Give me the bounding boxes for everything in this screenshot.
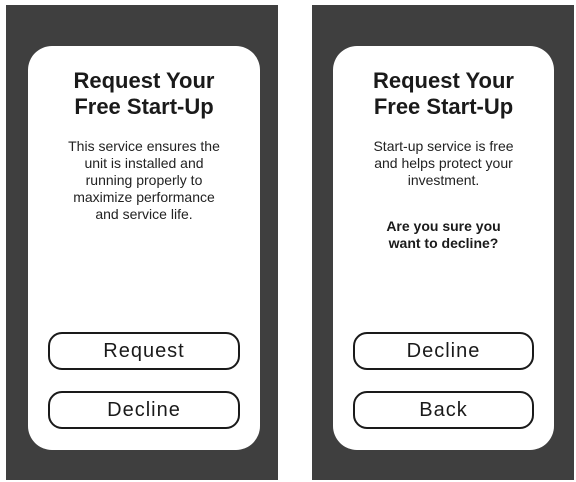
dialog-description: Start-up service is free and helps prote… bbox=[373, 138, 514, 188]
dialog-title: Request Your Free Start-Up bbox=[73, 68, 215, 119]
startup-dialog: Request Your Free Start-Up This service … bbox=[28, 46, 260, 450]
decline-confirm-dialog: Request Your Free Start-Up Start-up serv… bbox=[333, 46, 554, 450]
screen-request: Request Your Free Start-Up This service … bbox=[6, 5, 278, 480]
screen-confirm-decline: Request Your Free Start-Up Start-up serv… bbox=[312, 5, 574, 480]
request-button[interactable]: Request bbox=[48, 332, 240, 370]
decline-question: Are you sure you want to decline? bbox=[386, 218, 501, 251]
decline-button[interactable]: Decline bbox=[48, 391, 240, 429]
dialog-description: This service ensures the unit is install… bbox=[68, 138, 220, 222]
back-button[interactable]: Back bbox=[353, 391, 534, 429]
dialog-title: Request Your Free Start-Up bbox=[373, 68, 514, 119]
confirm-decline-button[interactable]: Decline bbox=[353, 332, 534, 370]
